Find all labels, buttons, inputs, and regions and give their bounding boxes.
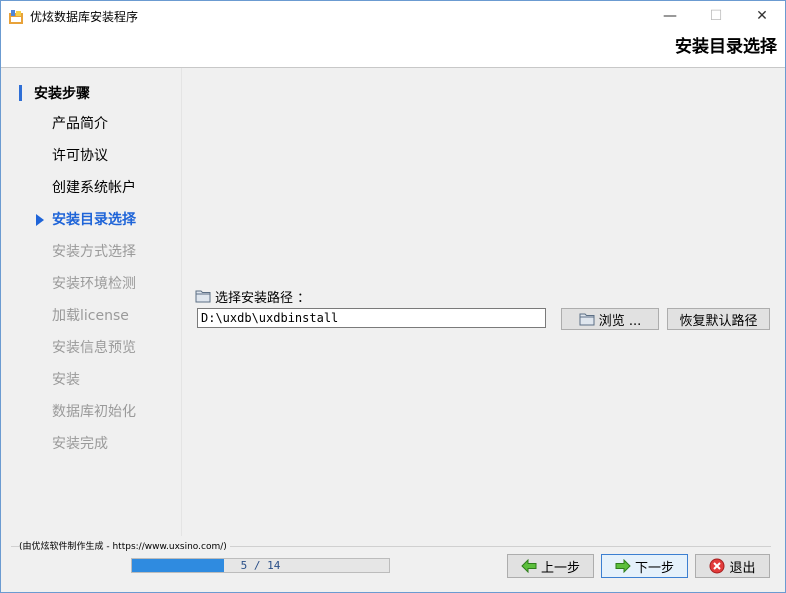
maximize-icon: ☐ [709, 8, 723, 24]
header: 优炫数据库安装程序 — ☐ ✕ 安装目录选择 [1, 1, 785, 68]
step-item: 加载license [52, 308, 129, 324]
main-panel: 选择安装路径 ： 浏览 ... 恢复默认路径 [181, 68, 785, 536]
arrow-left-icon [521, 559, 537, 573]
next-button[interactable]: 下一步 [601, 554, 688, 578]
exit-button[interactable]: 退出 [695, 554, 770, 578]
arrow-right-icon [615, 559, 631, 573]
step-item: 安装信息预览 [52, 340, 136, 356]
window-title: 优炫数据库安装程序 [30, 10, 139, 24]
path-label-row: 选择安装路径 ： [195, 287, 311, 306]
minimize-button[interactable]: — [647, 1, 693, 31]
restore-default-path-button[interactable]: 恢复默认路径 [667, 308, 770, 330]
exit-label: 退出 [729, 560, 756, 576]
progress-text: 5 / 14 [240, 559, 281, 572]
next-label: 下一步 [634, 560, 674, 576]
close-icon: ✕ [756, 8, 768, 24]
credit-text: (由优炫软件制作生成 - https://www.uxsino.com/) [19, 539, 230, 552]
current-step-arrow-icon [36, 214, 44, 226]
browse-label: 浏览 ... [598, 313, 642, 329]
step-item: 安装方式选择 [52, 244, 136, 260]
step-item: 安装环境检测 [52, 276, 136, 292]
folder-icon [579, 312, 595, 326]
steps-sidebar: 安装步骤 产品简介许可协议创建系统帐户 安装目录选择 安装方式选择 安装环境检测 加载l… [1, 68, 181, 536]
folder-icon [195, 290, 211, 303]
step-item: 创建系统帐户 [52, 180, 136, 196]
browse-button[interactable]: 浏览 ... [561, 308, 659, 330]
progress-bar: 5 / 14 [131, 558, 390, 573]
restore-default-path-label: 恢复默认路径 [679, 313, 758, 329]
steps-title: 安装步骤 [19, 83, 90, 103]
step-item: 数据库初始化 [52, 404, 136, 420]
close-button[interactable]: ✕ [739, 1, 785, 31]
path-label: 选择安装路径 ： [215, 290, 311, 306]
exit-icon [709, 558, 725, 574]
app-icon [9, 10, 23, 24]
step-item: 许可协议 [52, 148, 108, 164]
previous-button[interactable]: 上一步 [507, 554, 594, 578]
steps-title-marker [19, 85, 22, 101]
step-item: 安装完成 [52, 436, 108, 452]
minimize-icon: — [663, 8, 677, 24]
installer-window: 优炫数据库安装程序 — ☐ ✕ 安装目录选择 安装步骤 产品简介许可协议创建系统… [0, 0, 786, 593]
page-heading: 安装目录选择 [675, 37, 777, 57]
install-path-input[interactable] [197, 308, 546, 328]
maximize-button[interactable]: ☐ [693, 1, 739, 31]
step-item: 安装 [52, 372, 80, 388]
previous-label: 上一步 [540, 560, 580, 576]
step-item: 安装目录选择 [52, 212, 136, 228]
step-item: 产品简介 [52, 116, 108, 132]
steps-title-text: 安装步骤 [34, 86, 90, 102]
